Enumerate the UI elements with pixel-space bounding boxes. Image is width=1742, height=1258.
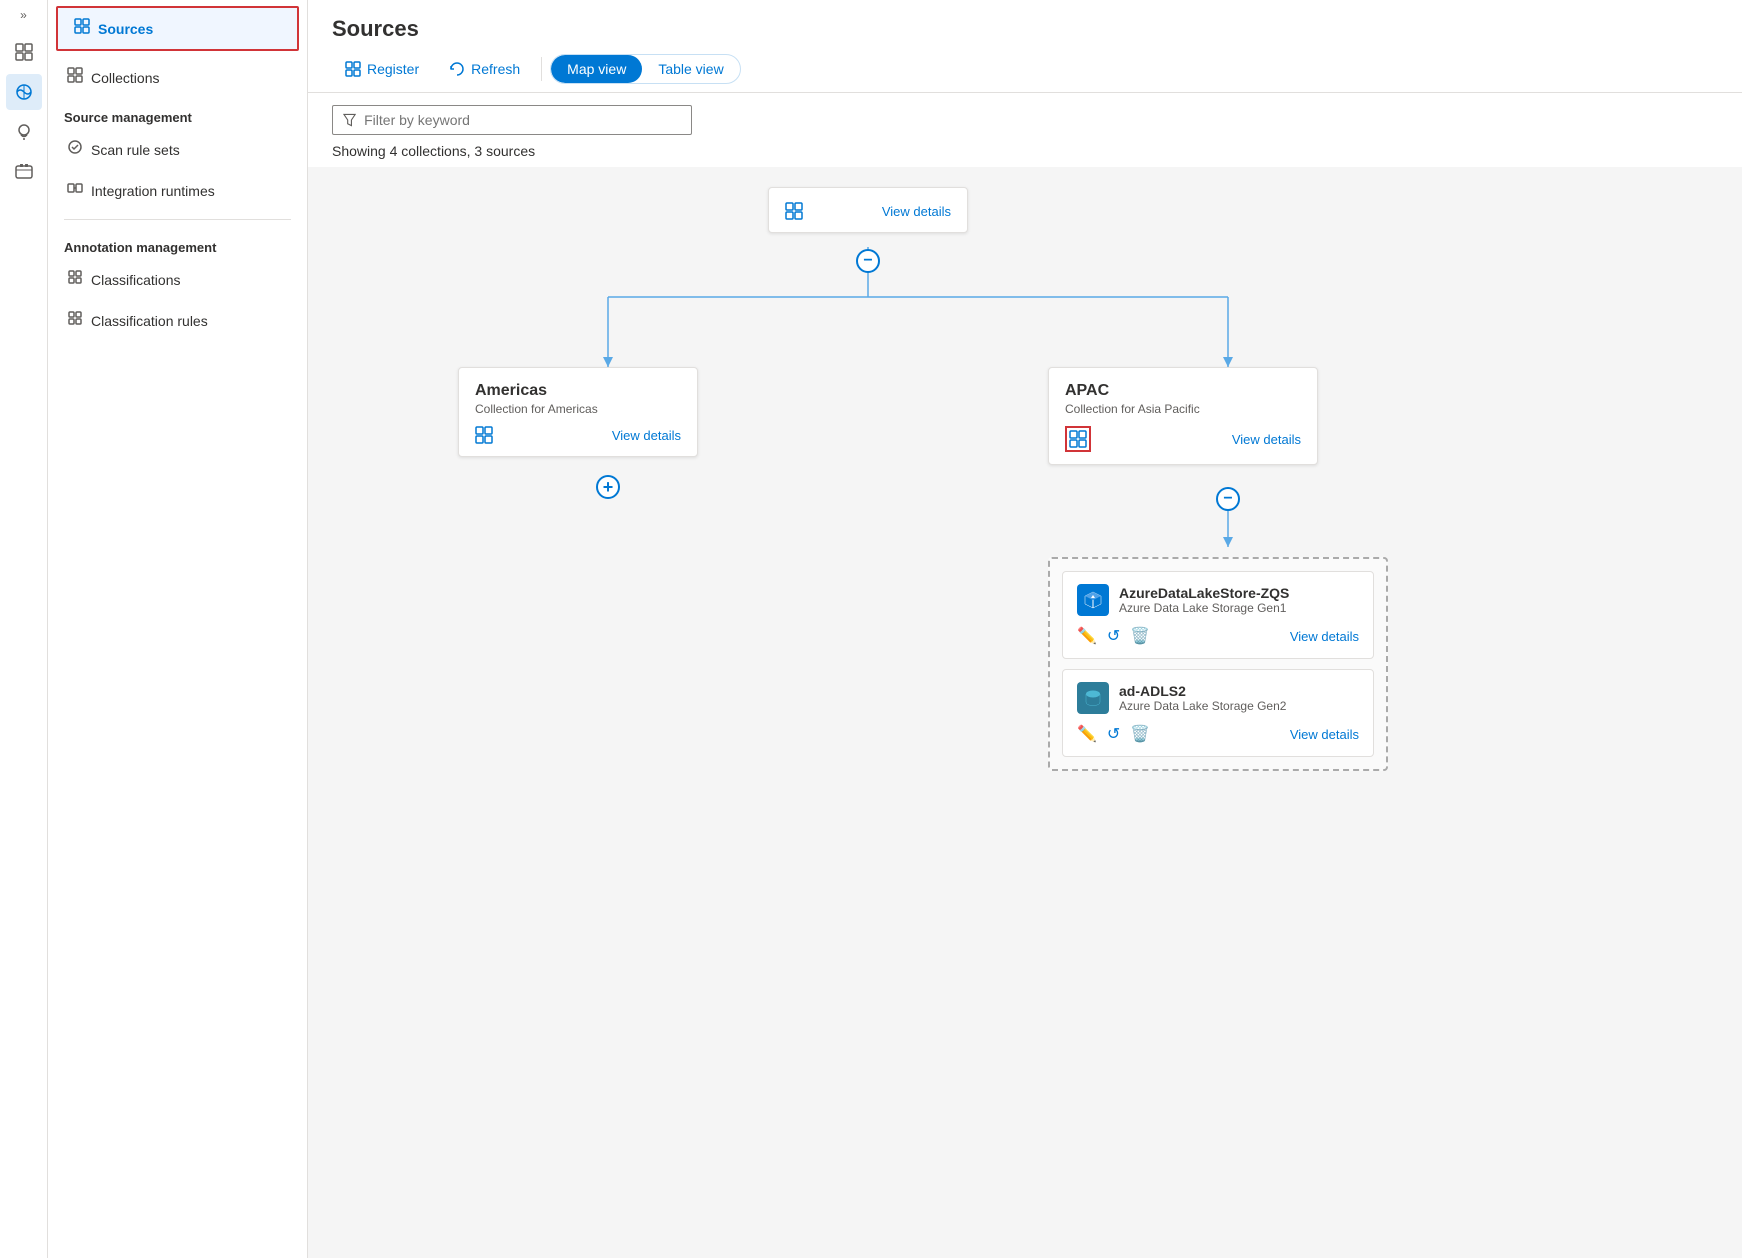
refresh-icon	[449, 61, 465, 77]
sources-nav-icon	[74, 18, 90, 39]
adls1-view-details-link[interactable]: View details	[1290, 629, 1359, 644]
root-view-details-link[interactable]: View details	[882, 204, 951, 219]
sidebar-item-classifications[interactable]: Classifications	[48, 259, 307, 300]
collections-nav-label: Collections	[91, 70, 159, 86]
sidebar-item-collections[interactable]: Collections	[48, 57, 307, 98]
register-label: Register	[367, 61, 419, 77]
register-button[interactable]: Register	[332, 54, 432, 84]
apac-collection-icon-selected	[1065, 426, 1091, 452]
source-item-adls1: AzureDataLakeStore-ZQS Azure Data Lake S…	[1062, 571, 1374, 659]
apac-title: APAC	[1065, 382, 1301, 400]
table-view-button[interactable]: Table view	[642, 55, 739, 83]
collapse-rail-button[interactable]: »	[20, 8, 27, 22]
scan-rule-sets-label: Scan rule sets	[91, 142, 180, 158]
filter-input[interactable]	[364, 112, 681, 128]
adls2-actions: ✏️ ↺ 🗑️	[1077, 724, 1150, 744]
sources-nav-label: Sources	[98, 21, 153, 37]
root-collection-icon	[785, 202, 803, 220]
adls1-footer: ✏️ ↺ 🗑️ View details	[1077, 626, 1359, 646]
adls1-info: AzureDataLakeStore-ZQS Azure Data Lake S…	[1119, 585, 1289, 615]
sidebar: Sources Collections Source management Sc…	[48, 0, 308, 1258]
classification-rules-icon	[67, 310, 83, 331]
scan-rule-sets-icon	[67, 139, 83, 160]
toolbar-divider	[541, 57, 542, 81]
sources-container: AzureDataLakeStore-ZQS Azure Data Lake S…	[1048, 557, 1388, 771]
adls1-edit-icon[interactable]: ✏️	[1077, 626, 1097, 646]
tools-nav-icon[interactable]	[6, 154, 42, 190]
americas-subtitle: Collection for Americas	[475, 402, 681, 416]
integration-runtimes-icon	[67, 180, 83, 201]
adls2-footer: ✏️ ↺ 🗑️ View details	[1077, 724, 1359, 744]
adls2-delete-icon[interactable]: 🗑️	[1130, 724, 1150, 744]
americas-expand-button[interactable]: +	[596, 475, 620, 499]
view-toggle: Map view Table view	[550, 54, 741, 84]
sidebar-item-sources[interactable]: Sources	[58, 8, 297, 49]
map-view-button[interactable]: Map view	[551, 55, 642, 83]
filter-input-wrap	[332, 105, 692, 135]
page-title: Sources	[332, 16, 1718, 42]
adls1-scan-icon[interactable]: ↺	[1107, 626, 1120, 646]
source-header-adls2: ad-ADLS2 Azure Data Lake Storage Gen2	[1077, 682, 1359, 714]
sidebar-item-classification-rules[interactable]: Classification rules	[48, 300, 307, 341]
adls2-edit-icon[interactable]: ✏️	[1077, 724, 1097, 744]
adls2-info: ad-ADLS2 Azure Data Lake Storage Gen2	[1119, 683, 1286, 713]
integration-runtimes-label: Integration runtimes	[91, 183, 215, 199]
americas-title: Americas	[475, 382, 681, 400]
map-view-label: Map view	[567, 61, 626, 77]
map-canvas[interactable]: View details − Americas Collection for A…	[308, 167, 1742, 1258]
toolbar: Register Refresh Map view Table view	[332, 54, 1718, 84]
adls1-delete-icon[interactable]: 🗑️	[1130, 626, 1150, 646]
register-icon	[345, 61, 361, 77]
sidebar-item-integration-runtimes[interactable]: Integration runtimes	[48, 170, 307, 211]
adls2-name: ad-ADLS2	[1119, 683, 1286, 699]
sidebar-item-scan-rule-sets[interactable]: Scan rule sets	[48, 129, 307, 170]
apac-subtitle: Collection for Asia Pacific	[1065, 402, 1301, 416]
adls2-icon	[1077, 682, 1109, 714]
americas-collection-node: Americas Collection for Americas View de…	[458, 367, 698, 457]
filter-icon	[343, 113, 356, 127]
adls1-type: Azure Data Lake Storage Gen1	[1119, 601, 1289, 615]
source-header-adls1: AzureDataLakeStore-ZQS Azure Data Lake S…	[1077, 584, 1359, 616]
americas-view-details-link[interactable]: View details	[612, 428, 681, 443]
main-content: Sources Register Refresh	[308, 0, 1742, 1258]
catalog-nav-icon[interactable]	[6, 34, 42, 70]
classification-rules-label: Classification rules	[91, 313, 208, 329]
icon-rail: »	[0, 0, 48, 1258]
refresh-button[interactable]: Refresh	[436, 54, 533, 84]
annotation-management-header: Annotation management	[48, 228, 307, 259]
showing-text: Showing 4 collections, 3 sources	[308, 143, 1742, 167]
insights-nav-icon[interactable]	[6, 114, 42, 150]
adls2-scan-icon[interactable]: ↺	[1107, 724, 1120, 744]
apac-collapse-button[interactable]: −	[1216, 487, 1240, 511]
source-item-adls2: ad-ADLS2 Azure Data Lake Storage Gen2 ✏️…	[1062, 669, 1374, 757]
adls1-icon	[1077, 584, 1109, 616]
classifications-icon	[67, 269, 83, 290]
filter-bar	[308, 93, 1742, 143]
adls2-type: Azure Data Lake Storage Gen2	[1119, 699, 1286, 713]
adls2-view-details-link[interactable]: View details	[1290, 727, 1359, 742]
root-collapse-button[interactable]: −	[856, 249, 880, 273]
data-map-nav-icon[interactable]	[6, 74, 42, 110]
adls1-actions: ✏️ ↺ 🗑️	[1077, 626, 1150, 646]
apac-view-details-link[interactable]: View details	[1232, 432, 1301, 447]
collections-nav-icon	[67, 67, 83, 88]
table-view-label: Table view	[658, 61, 723, 77]
refresh-label: Refresh	[471, 61, 520, 77]
root-collection-node: View details	[768, 187, 968, 233]
adls1-name: AzureDataLakeStore-ZQS	[1119, 585, 1289, 601]
top-bar: Sources Register Refresh	[308, 0, 1742, 93]
americas-collection-icon	[475, 426, 493, 444]
classifications-label: Classifications	[91, 272, 180, 288]
source-management-header: Source management	[48, 98, 307, 129]
connector-svg	[308, 167, 1742, 1258]
apac-collection-icon	[1069, 430, 1087, 448]
apac-collection-node: APAC Collection for Asia Pacific View de…	[1048, 367, 1318, 465]
